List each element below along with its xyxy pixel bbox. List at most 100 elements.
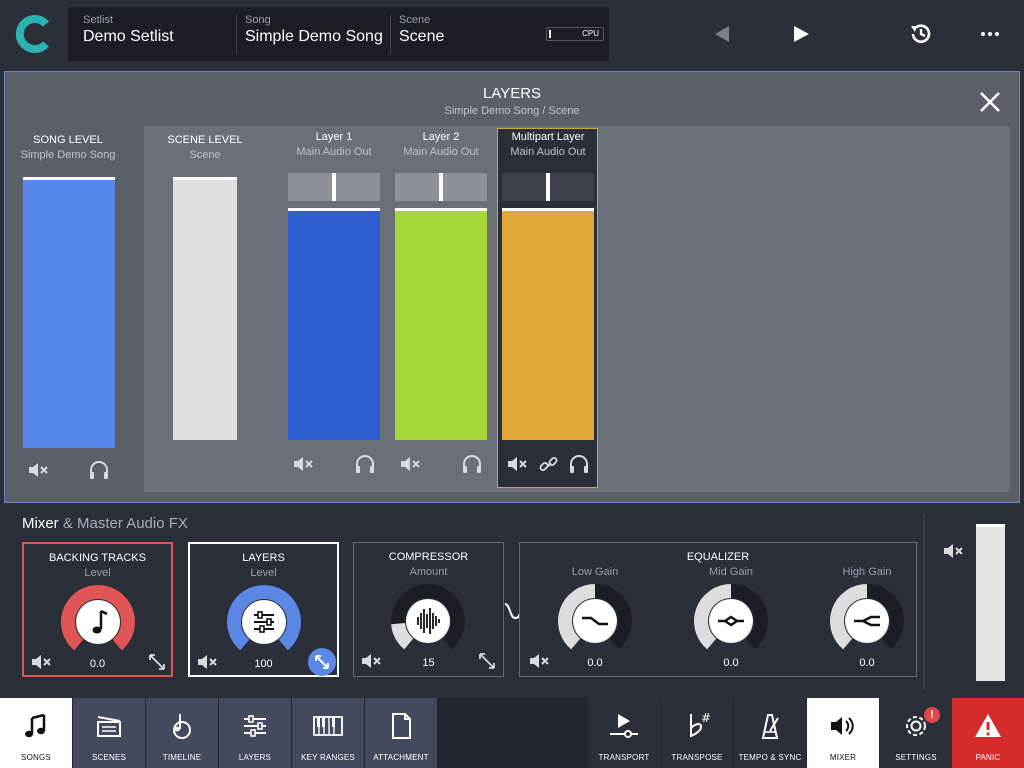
expand-icon[interactable] [478,652,496,670]
play-icon [794,26,809,42]
flat-sharp-icon: # [690,711,711,738]
nav-label: SCENES [91,753,127,762]
headphones-icon[interactable] [568,454,590,474]
song-level-subtitle: Simple Demo Song [20,149,116,161]
mute-icon[interactable] [27,460,49,480]
nav-key-ranges-button[interactable]: KEY RANGES [292,698,364,768]
mixer-subtitle: & Master Audio FX [62,515,188,532]
layer-pan-slider[interactable] [288,173,380,201]
fx-name: COMPRESSOR [388,551,469,563]
mute-icon[interactable] [196,652,218,672]
eq-band[interactable]: Mid Gain 0.0 [680,543,782,678]
mute-icon[interactable] [360,651,382,671]
fader-cap[interactable] [23,177,115,180]
music-note-icon [25,713,46,738]
layer-level-fader[interactable] [288,208,380,440]
mute-icon[interactable] [399,454,421,474]
nav-label: PANIC [975,753,1001,762]
eq-knob-icon[interactable] [830,584,904,658]
scene-level-fader[interactable] [173,177,237,440]
cpu-meter-fill [549,30,551,38]
master-fader[interactable] [976,524,1005,681]
document-icon [392,713,411,739]
nav-layers-button[interactable]: LAYERS [219,698,291,768]
fx-box[interactable]: LAYERS Level 100 [188,542,339,677]
fx-box[interactable]: COMPRESSOR Amount 15 [353,542,504,677]
layer-pan-slider[interactable] [395,173,487,201]
close-icon[interactable] [976,88,1004,116]
equalizer-box[interactable]: EQUALIZER Low Gain 0.0 Mid Gain 0.0 High… [519,542,917,677]
expand-icon[interactable] [148,653,166,671]
layer-header: Layer 1 Main Audio Out [280,131,388,158]
history-button[interactable] [901,14,941,54]
more-dots-icon [981,32,999,36]
layer-level-fader[interactable] [502,208,594,440]
nav-tempo-sync-button[interactable]: TEMPO & SYNC [734,698,806,768]
song-info-box[interactable]: Setlist Demo Setlist Song Simple Demo So… [68,7,609,61]
nav-scenes-button[interactable]: SCENES [73,698,145,768]
song-value: Simple Demo Song [245,28,383,45]
nav-transport-button[interactable]: TRANSPORT [588,698,660,768]
pan-knob[interactable] [546,173,550,201]
music-note-icon[interactable] [61,585,135,659]
fx-box[interactable]: BACKING TRACKS Level 0.0 [22,542,173,677]
layer-subtitle: Main Audio Out [403,146,479,158]
song-info[interactable]: Song Simple Demo Song [245,14,383,46]
fader-cap[interactable] [502,208,594,211]
fader-cap[interactable] [395,208,487,211]
layers-panel-subtitle: Simple Demo Song / Scene [444,105,580,117]
eq-knob-icon[interactable] [558,584,632,658]
expand-icon[interactable] [308,648,336,676]
eq-band-value: 0.0 [587,657,603,669]
nav-settings-button[interactable]: SETTINGS! [880,698,952,768]
metronome-icon [761,714,779,739]
mute-icon[interactable] [30,652,52,672]
fader-cap[interactable] [288,208,380,211]
setlist-info[interactable]: Setlist Demo Setlist [83,14,174,46]
layer-pan-slider[interactable] [502,173,594,201]
previous-button[interactable] [702,14,742,54]
song-level-fader[interactable] [23,177,115,448]
nav-songs-button[interactable]: SONGS [0,698,72,768]
play-button[interactable] [781,14,821,54]
equalizer-box-edge [917,542,918,543]
eq-knob-icon[interactable] [694,584,768,658]
nav-mixer-button[interactable]: MIXER [807,698,879,768]
nav-attachment-button[interactable]: ATTACHMENT [365,698,437,768]
sliders-icon[interactable] [227,585,301,659]
piano-keys-icon [313,716,343,736]
headphones-icon[interactable] [88,460,110,480]
fx-param: Amount [409,566,448,578]
speaker-icon [831,717,854,735]
nav-panic-button[interactable]: PANIC [952,698,1024,768]
nav-transpose-button[interactable]: # TRANSPOSE [661,698,733,768]
layer-title: Multipart Layer [511,131,585,143]
fader-cap[interactable] [173,177,237,180]
nav-timeline-button[interactable]: TIMELINE [146,698,218,768]
waveform-icon[interactable] [391,584,465,658]
pan-knob[interactable] [439,173,443,201]
layers-panel: LAYERS Simple Demo Song / Scene SONG LEV… [4,71,1020,503]
layer-level-fader[interactable] [395,208,487,440]
master-mute-icon[interactable] [942,541,964,561]
mute-icon[interactable] [506,454,528,474]
headphones-icon[interactable] [461,454,483,474]
fx-param: Level [250,567,277,579]
eq-band[interactable]: Low Gain 0.0 [544,543,646,678]
eq-band[interactable]: High Gain 0.0 [816,543,918,678]
app-logo-icon[interactable] [14,14,54,54]
layer-title: Layer 2 [422,131,460,143]
mute-icon[interactable] [292,454,314,474]
more-button[interactable] [970,14,1010,54]
scene-info[interactable]: Scene Scene [399,14,444,46]
timeline-icon [173,714,191,739]
headphones-icon[interactable] [354,454,376,474]
layer-header: Layer 2 Main Audio Out [387,131,495,158]
history-icon [911,24,931,43]
fader-cap[interactable] [976,524,1005,527]
fx-name: BACKING TRACKS [49,552,146,564]
link-icon[interactable] [538,454,560,474]
pan-knob[interactable] [332,173,336,201]
info-divider [390,14,391,54]
song-level-header: SONG LEVEL Simple Demo Song [13,134,123,161]
